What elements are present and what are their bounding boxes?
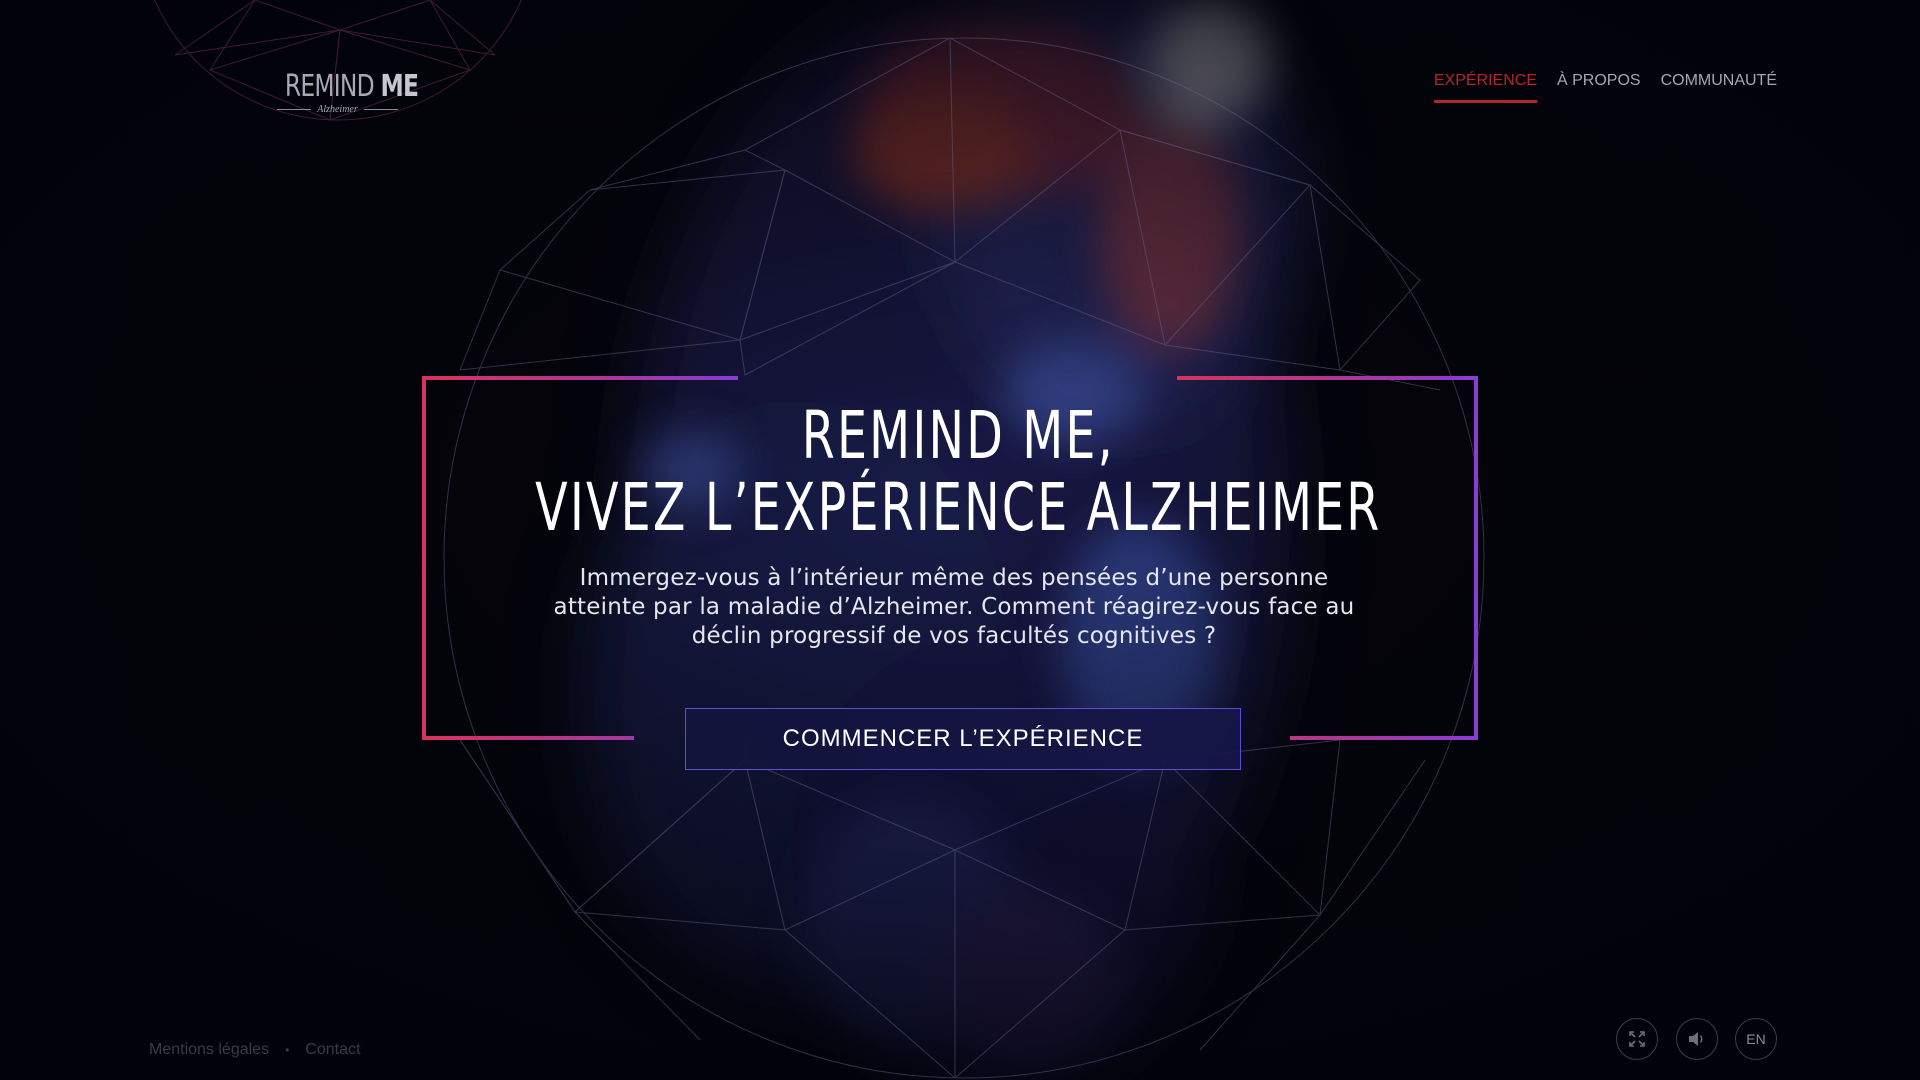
logo-subtitle: Alzheimer: [317, 104, 358, 115]
fullscreen-button[interactable]: [1616, 1018, 1658, 1060]
logo-subtitle-row: Alzheimer: [270, 104, 405, 115]
sound-toggle-button[interactable]: [1676, 1018, 1718, 1060]
nav-item-experience[interactable]: EXPÉRIENCE: [1433, 72, 1537, 103]
legal-notice-link[interactable]: Mentions légales: [149, 1041, 269, 1059]
footer-separator: •: [285, 1043, 290, 1057]
logo-rule-right: [363, 109, 398, 110]
logo-wordmark: REMIND ME: [284, 69, 419, 104]
logo-title-bold: ME: [380, 69, 419, 104]
hero-title: REMIND ME, VIVEZ L’EXPÉRIENCE ALZHEIMER: [267, 400, 1649, 544]
logo-title-light: REMIND: [284, 69, 375, 104]
logo-rule-left: [277, 109, 312, 110]
page: REMIND ME Alzheimer EXPÉRIENCE À PROPOS …: [0, 0, 1920, 1080]
nav-item-community[interactable]: COMMUNAUTÉ: [1661, 72, 1777, 103]
hero-description: Immergez-vous à l’intérieur même des pen…: [553, 565, 1355, 649]
footer-links: Mentions légales • Contact: [149, 1041, 360, 1059]
nav-item-about[interactable]: À PROPOS: [1557, 72, 1641, 103]
contact-link[interactable]: Contact: [305, 1041, 360, 1059]
speaker-icon: [1689, 1032, 1703, 1046]
main-nav: EXPÉRIENCE À PROPOS COMMUNAUTÉ: [1433, 72, 1777, 103]
language-label: EN: [1746, 1031, 1766, 1047]
fullscreen-icon: [1629, 1031, 1645, 1047]
site-logo[interactable]: REMIND ME Alzheimer: [270, 69, 419, 115]
start-experience-button[interactable]: COMMENCER L’EXPÉRIENCE: [685, 708, 1241, 770]
language-switch-button[interactable]: EN: [1735, 1018, 1777, 1060]
hero-title-line-2: VIVEZ L’EXPÉRIENCE ALZHEIMER: [535, 469, 1382, 546]
hero-title-line-1: REMIND ME,: [801, 397, 1115, 474]
